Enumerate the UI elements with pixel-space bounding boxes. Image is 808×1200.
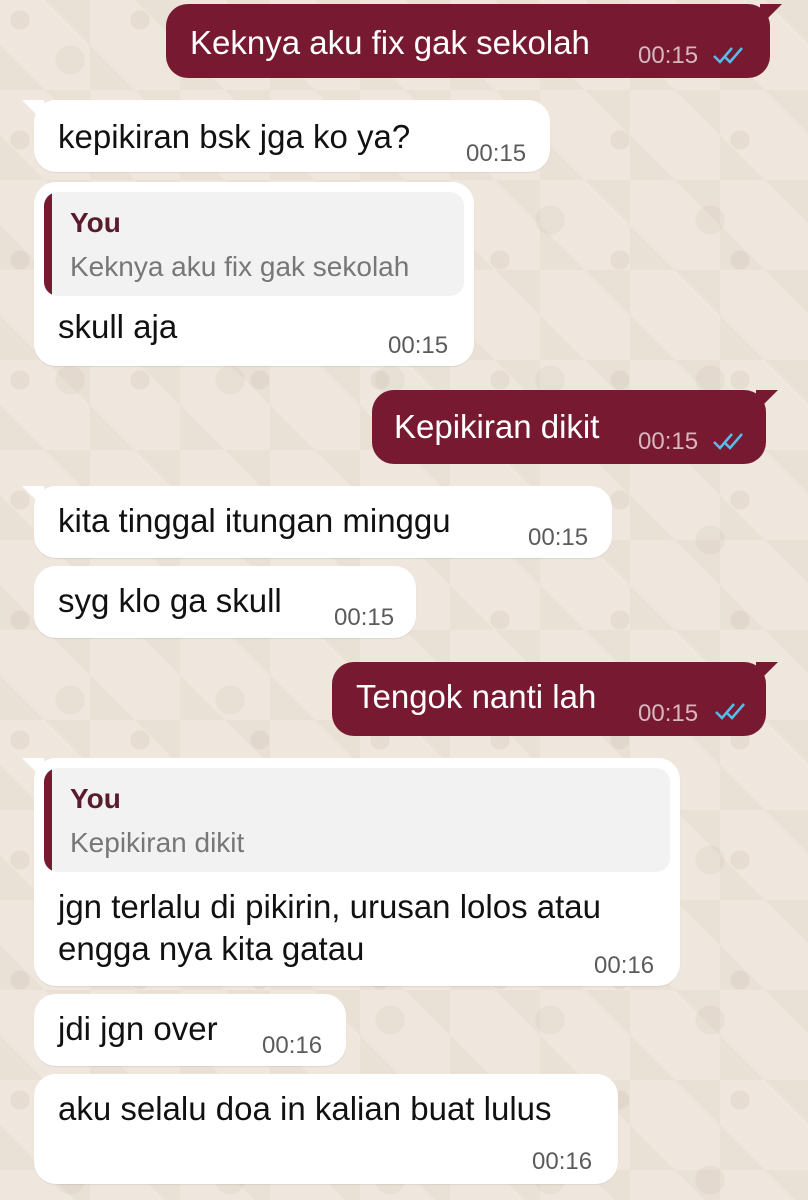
message-text: Tengok nanti lah [356,678,597,715]
message-time: 00:15 [466,140,527,167]
read-ticks-icon [715,703,745,720]
quote-text: Keknya aku fix gak sekolah [70,251,410,282]
quote-author: You [70,783,121,814]
message-time: 00:15 [528,524,589,551]
message-text: kepikiran bsk jga ko ya? [58,118,411,155]
message-incoming[interactable]: kita tinggal itungan minggu 00:15 [22,486,612,558]
bubble-tail [22,486,44,508]
message-text: aku selalu doa in kalian buat lulus [58,1090,552,1127]
quote-accent-bar [44,192,52,296]
message-time: 00:16 [532,1148,593,1175]
message-incoming[interactable]: jdi jgn over 00:16 [34,994,346,1066]
bubble-tail [756,390,778,412]
message-time: 00:15 [638,428,699,455]
read-ticks-icon [713,47,743,64]
message-text: jdi jgn over [58,1010,218,1047]
message-text-line-2: engga nya kita gatau [58,930,365,967]
bubble-tail [22,100,44,122]
bubble-tail [756,662,778,684]
message-time: 00:15 [334,604,395,631]
message-incoming-reply[interactable]: You Keknya aku fix gak sekolah skull aja… [34,182,474,366]
message-text: Keknya aku fix gak sekolah [190,24,590,61]
message-outgoing[interactable]: Tengok nanti lah 00:15 [332,662,778,736]
bubble-tail [760,4,782,26]
message-incoming-reply[interactable]: You Kepikiran dikit jgn terlalu di pikir… [22,758,680,986]
message-text: syg klo ga skull [58,582,282,619]
quote-text: Kepikiran dikit [70,827,245,858]
message-outgoing[interactable]: Kepikiran dikit 00:15 [372,390,778,464]
quote-accent-bar [44,768,52,872]
message-text-line-1: jgn terlalu di pikirin, urusan lolos ata… [58,888,601,925]
quote-author: You [70,207,121,238]
message-time: 00:15 [638,700,699,727]
bubble-tail [22,758,44,780]
message-text: Kepikiran dikit [394,408,600,445]
message-time: 00:15 [388,332,449,359]
read-ticks-icon [713,433,743,450]
message-time: 00:15 [638,42,699,69]
message-text: skull aja [58,308,178,345]
message-incoming[interactable]: kepikiran bsk jga ko ya? 00:15 [22,100,550,172]
quoted-message[interactable]: You Keknya aku fix gak sekolah [44,192,464,296]
message-time: 00:16 [262,1032,323,1059]
message-time: 00:16 [594,952,655,979]
quoted-message[interactable]: You Kepikiran dikit [44,768,670,872]
message-incoming[interactable]: syg klo ga skull 00:15 [34,566,416,638]
message-outgoing[interactable]: Keknya aku fix gak sekolah 00:15 [166,4,782,78]
message-text: kita tinggal itungan minggu [58,502,451,539]
message-incoming[interactable]: aku selalu doa in kalian buat lulus 00:1… [34,1074,618,1184]
